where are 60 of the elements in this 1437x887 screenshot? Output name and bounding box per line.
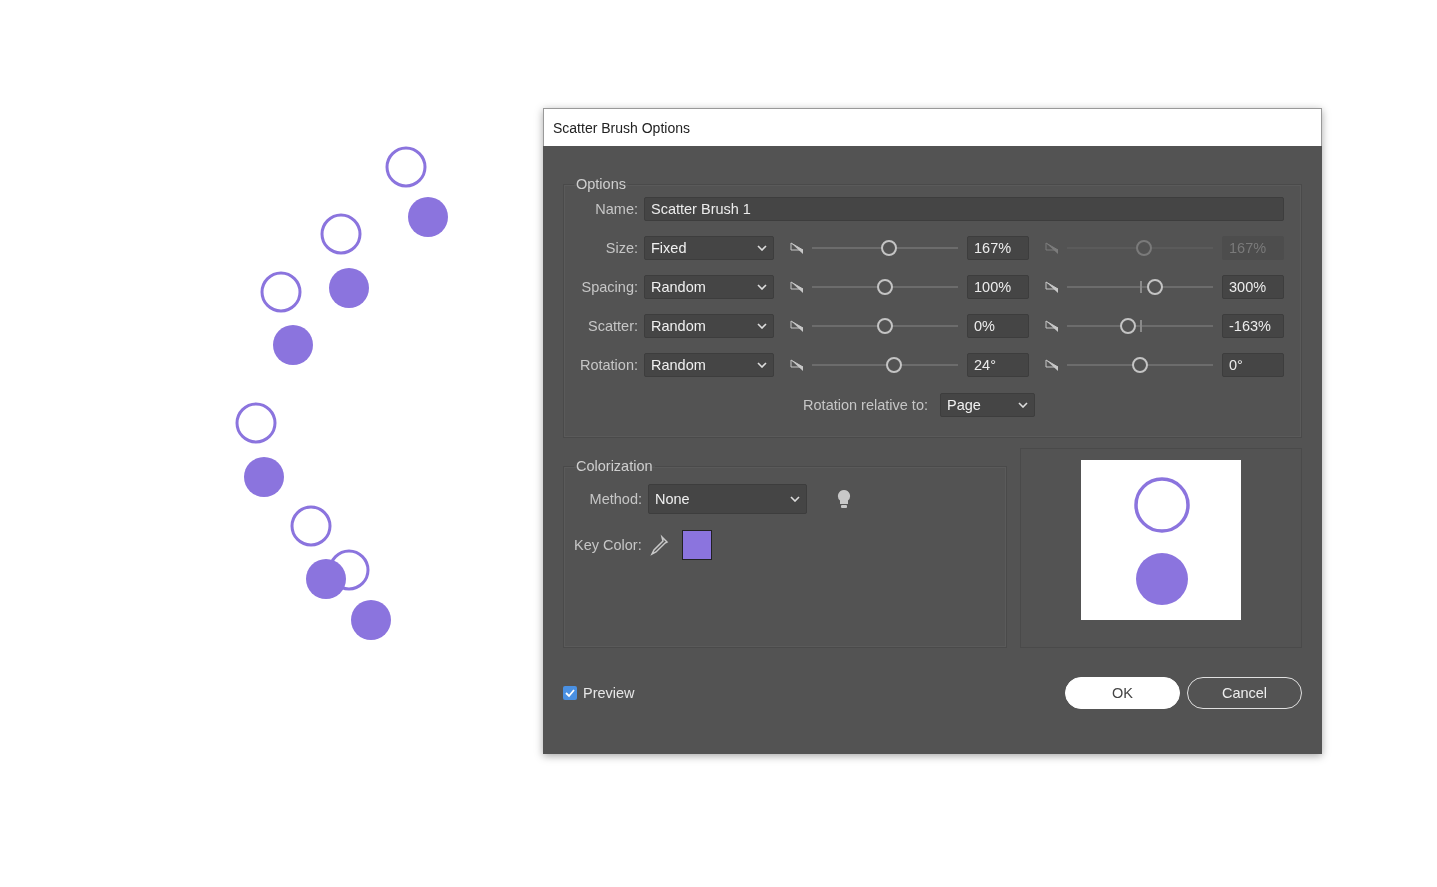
value-field[interactable]: 167%	[967, 236, 1029, 260]
window-title: Scatter Brush Options	[553, 119, 690, 136]
slider[interactable]	[812, 279, 958, 295]
chevron-icon	[757, 323, 767, 329]
value-field[interactable]: 24°	[967, 353, 1029, 377]
slider[interactable]	[1067, 318, 1213, 334]
color-swatch[interactable]	[682, 530, 712, 560]
slider-thumb[interactable]	[1146, 279, 1163, 295]
field-label: Rotation relative to:	[803, 397, 929, 413]
checkmark-icon	[565, 688, 575, 698]
field-label: Rotation:	[578, 357, 639, 373]
pressure-icon[interactable]	[1045, 280, 1061, 294]
chevron-icon	[1018, 402, 1028, 408]
ok-button[interactable]: OK	[1065, 677, 1180, 709]
pressure-icon[interactable]	[790, 280, 806, 294]
field-label: Name:	[594, 201, 639, 217]
pressure-icon[interactable]	[790, 358, 806, 372]
field-label: Method:	[588, 491, 643, 507]
pressure-icon[interactable]	[1045, 319, 1061, 333]
pressure-icon[interactable]	[790, 319, 806, 333]
slider-thumb[interactable]	[877, 279, 893, 295]
slider[interactable]	[1067, 279, 1213, 295]
field-label: Size:	[604, 240, 639, 256]
dropdown[interactable]: Fixed	[644, 236, 774, 260]
dropdown[interactable]: Random	[644, 275, 774, 299]
pressure-icon[interactable]	[1045, 358, 1061, 372]
slider[interactable]	[812, 240, 958, 256]
slider-thumb[interactable]	[885, 357, 902, 373]
dropdown[interactable]: None	[648, 484, 807, 514]
slider-thumb[interactable]	[1132, 357, 1148, 373]
slider-thumb[interactable]	[881, 240, 898, 256]
chevron-icon	[757, 245, 767, 251]
slider[interactable]	[1067, 357, 1213, 373]
lightbulb-icon[interactable]	[837, 489, 851, 509]
slider-thumb[interactable]	[1120, 318, 1137, 334]
value-field[interactable]: 300%	[1222, 275, 1284, 299]
group-title: Colorization	[575, 458, 654, 474]
preview-checkbox[interactable]: Preview	[563, 685, 635, 701]
value-field[interactable]: 100%	[967, 275, 1029, 299]
dropdown[interactable]: Random	[644, 314, 774, 338]
midpoint-mark	[1140, 281, 1142, 293]
value-field[interactable]: 0°	[1222, 353, 1284, 377]
value-field[interactable]: -163%	[1222, 314, 1284, 338]
field-label: Scatter:	[587, 318, 639, 334]
group-title: Options	[575, 176, 627, 192]
field-label: Key Color:	[574, 537, 643, 553]
eyedropper-icon[interactable]	[648, 534, 670, 556]
dropdown[interactable]: Random	[644, 353, 774, 377]
midpoint-mark	[1140, 320, 1142, 332]
chevron-icon	[757, 362, 767, 368]
chevron-icon	[757, 284, 767, 290]
dropdown[interactable]: Page	[940, 393, 1035, 417]
value-field[interactable]: 0%	[967, 314, 1029, 338]
chevron-icon	[790, 496, 800, 502]
field-label: Spacing:	[580, 279, 639, 295]
slider[interactable]	[812, 318, 958, 334]
slider[interactable]	[812, 357, 958, 373]
slider-thumb[interactable]	[877, 318, 893, 334]
pressure-icon[interactable]	[790, 241, 806, 255]
name-field[interactable]: Scatter Brush 1	[644, 197, 1284, 221]
